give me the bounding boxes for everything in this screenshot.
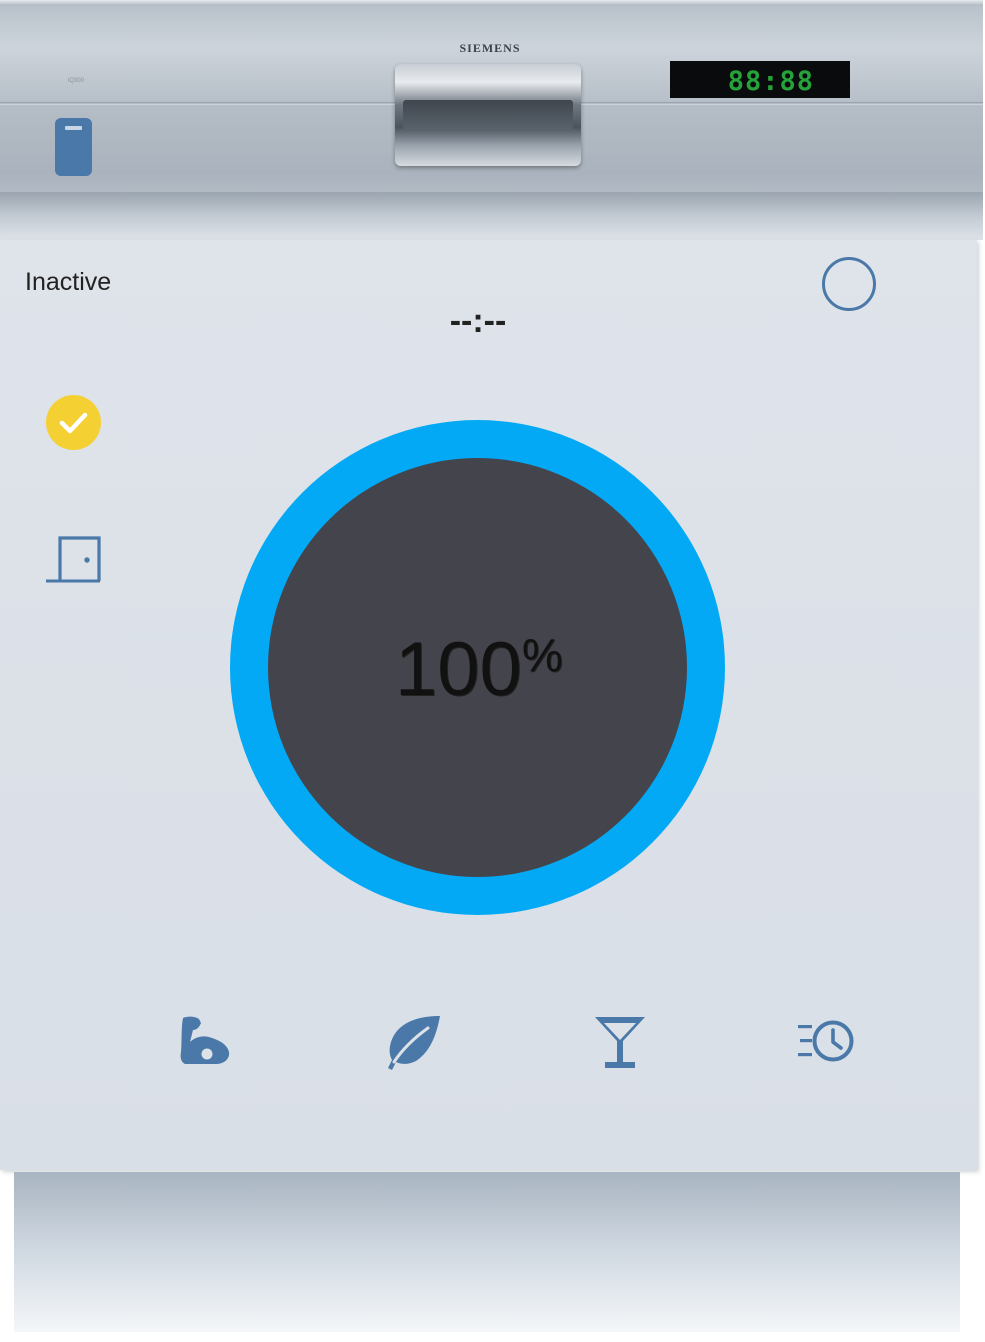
brand-logo: SIEMENS <box>459 41 521 55</box>
arm-flex-icon[interactable] <box>175 1012 239 1076</box>
model-label: iQ300 <box>68 78 85 84</box>
progress-number: 100 <box>395 627 522 712</box>
door-closed-icon <box>46 536 101 583</box>
panel-top-edge <box>0 0 983 6</box>
dishwasher-icon-slot <box>65 126 82 130</box>
control-panel: iQ300 SIEMENS 88:88 <box>0 0 983 240</box>
leaf-icon[interactable] <box>382 1010 446 1074</box>
panel-bottom-strip <box>0 192 983 240</box>
status-label: Inactive <box>25 268 112 296</box>
display-digits: 88:88 <box>727 66 814 97</box>
kick-plate <box>14 1172 960 1332</box>
progress-unit: % <box>521 629 563 681</box>
glass-cocktail-icon[interactable] <box>588 1010 652 1074</box>
progress-value: 100% <box>395 626 575 713</box>
dishwasher-icon <box>55 118 92 176</box>
door-handle <box>395 64 581 166</box>
digital-display: 88:88 <box>670 61 850 98</box>
remaining-time: --:-- <box>449 302 507 340</box>
handle-grip <box>403 100 573 130</box>
check-circle-icon <box>46 395 101 450</box>
power-button[interactable] <box>822 257 876 311</box>
clock-fast-icon[interactable] <box>796 1010 860 1074</box>
check-mark <box>59 412 88 434</box>
